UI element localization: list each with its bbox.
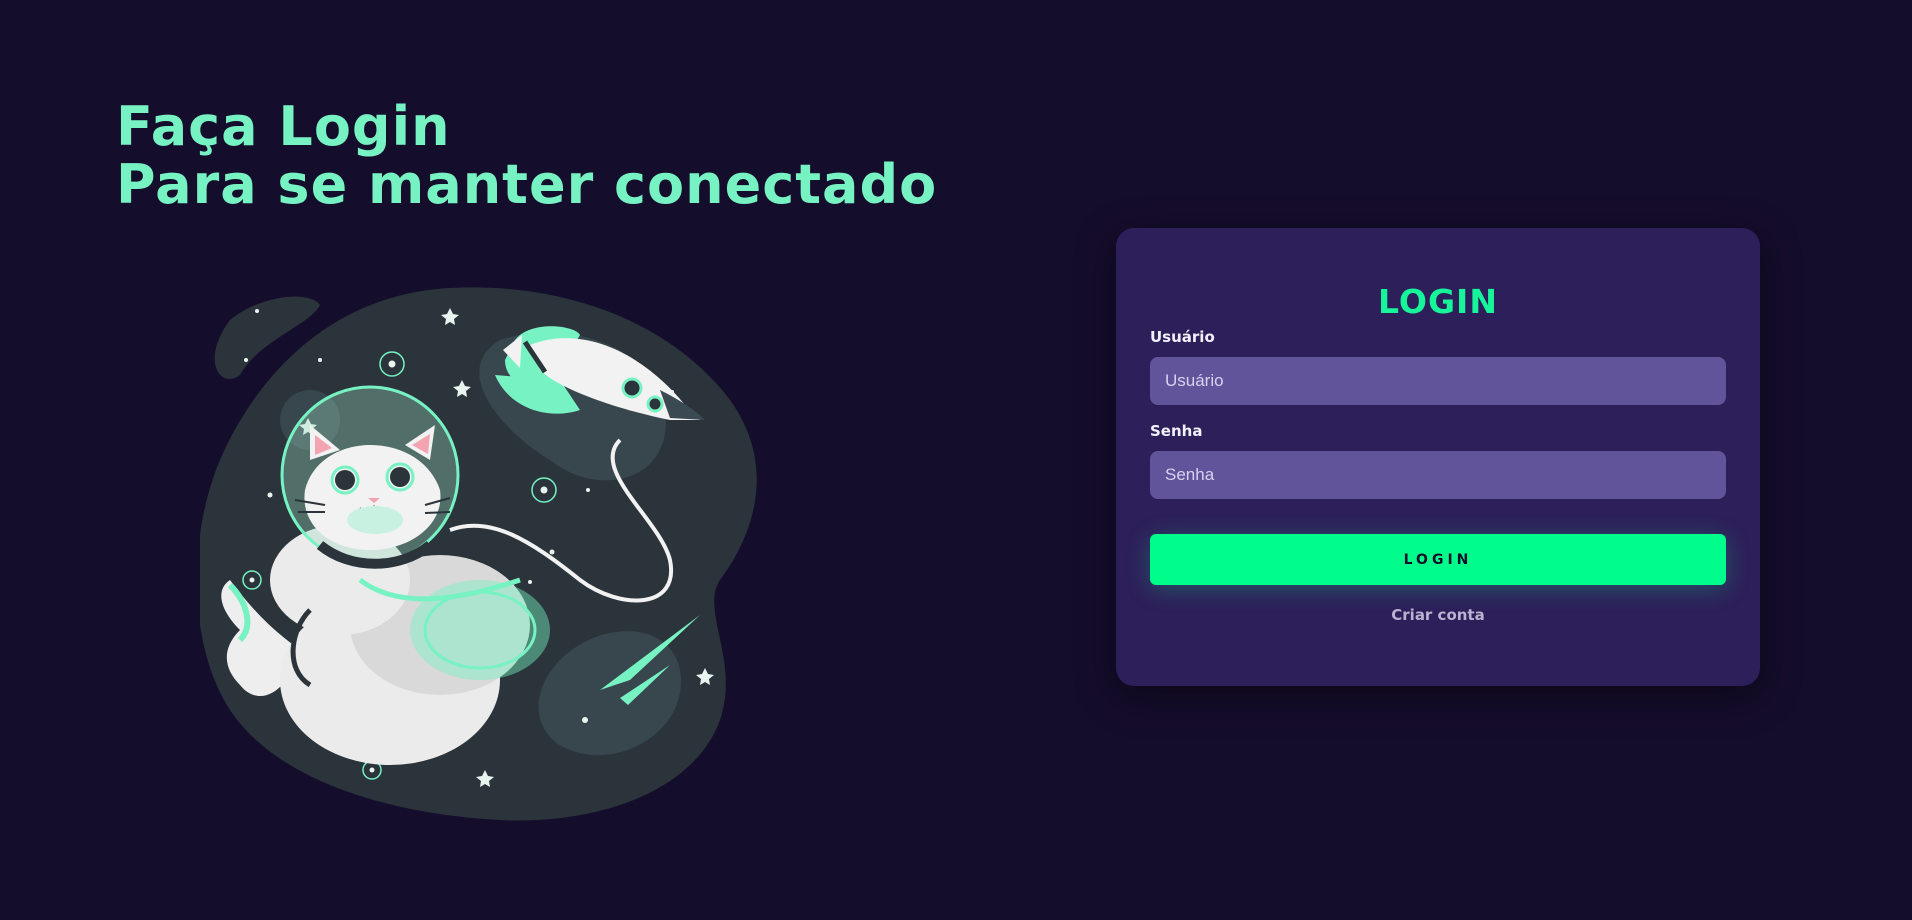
username-label: Usuário	[1150, 328, 1215, 346]
password-label: Senha	[1150, 422, 1203, 440]
login-card-title: LOGIN	[1378, 282, 1498, 321]
login-card: LOGIN Usuário Senha LOGIN Criar conta	[1116, 228, 1760, 686]
password-input[interactable]	[1150, 451, 1726, 499]
hero-heading: Faça Login Para se manter conectado	[116, 98, 937, 214]
hero-title-line-2: Para se manter conectado	[116, 153, 938, 216]
create-account-link[interactable]: Criar conta	[1116, 606, 1760, 624]
login-button[interactable]: LOGIN	[1150, 534, 1726, 585]
username-input[interactable]	[1150, 357, 1726, 405]
cat-astronaut-illustration	[200, 287, 757, 821]
login-page: Faça Login Para se manter conectado LOGI…	[0, 0, 1912, 920]
hero-title-line-1: Faça Login	[116, 95, 451, 158]
